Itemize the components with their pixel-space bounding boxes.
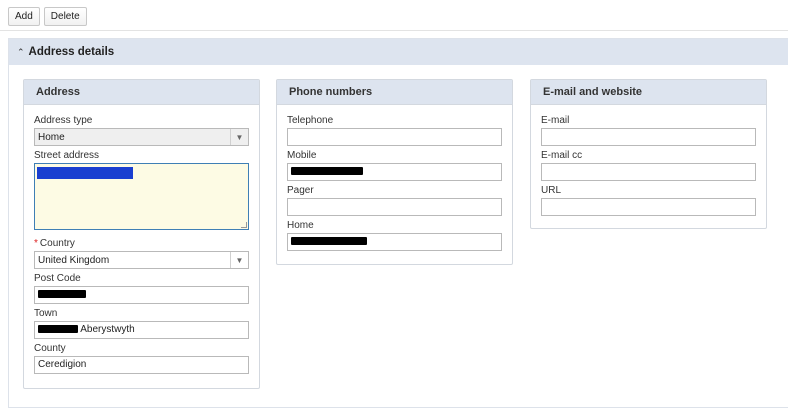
address-type-select[interactable]: Home ▼ <box>34 128 249 146</box>
country-value: United Kingdom <box>38 254 110 266</box>
address-type-field: Address type Home ▼ <box>34 115 249 146</box>
toolbar-divider <box>0 30 788 31</box>
email-input[interactable] <box>541 128 756 146</box>
address-type-label: Address type <box>34 115 93 126</box>
town-label: Town <box>34 308 58 319</box>
pager-input[interactable] <box>287 198 502 216</box>
url-field: URL <box>541 185 756 216</box>
pager-label: Pager <box>287 185 314 196</box>
panel-title: Phone numbers <box>277 80 512 105</box>
url-input[interactable] <box>541 198 756 216</box>
address-panel: Address Address type Home ▼ Street addre… <box>23 79 260 389</box>
town-value: Aberystwyth <box>80 324 135 335</box>
email-cc-input[interactable] <box>541 163 756 181</box>
resize-grip-icon[interactable] <box>241 222 247 228</box>
redaction-mark <box>291 167 363 176</box>
post-code-input[interactable] <box>34 286 249 304</box>
delete-button[interactable]: Delete <box>43 7 87 26</box>
toolbar: Add Delete <box>8 7 87 26</box>
county-input[interactable]: Ceredigion <box>34 356 249 374</box>
telephone-label: Telephone <box>287 115 334 126</box>
pager-field: Pager <box>287 185 502 216</box>
street-address-field: Street address <box>34 150 249 230</box>
country-label-wrap: * Country <box>34 238 249 250</box>
double-chevron-up-icon[interactable]: ⌃ <box>17 47 25 58</box>
mobile-field: Mobile <box>287 150 502 181</box>
home-phone-input[interactable] <box>287 233 502 251</box>
required-asterisk: * <box>34 238 38 249</box>
country-field: * Country United Kingdom ▼ <box>34 238 249 269</box>
county-label: County <box>34 343 66 354</box>
redacted-selected-text <box>37 167 133 179</box>
telephone-input[interactable] <box>287 128 502 146</box>
panel-title: Address <box>24 80 259 105</box>
dropdown-arrow-icon[interactable]: ▼ <box>230 252 248 268</box>
redaction-mark <box>291 237 367 246</box>
email-cc-field: E-mail cc <box>541 150 756 181</box>
country-select[interactable]: United Kingdom ▼ <box>34 251 249 269</box>
email-field: E-mail <box>541 115 756 146</box>
dropdown-arrow-icon[interactable]: ▼ <box>230 129 248 145</box>
home-phone-field: Home <box>287 220 502 251</box>
redaction-mark <box>38 290 86 299</box>
home-phone-label: Home <box>287 220 314 231</box>
street-address-textarea[interactable] <box>34 163 249 230</box>
phone-numbers-panel: Phone numbers Telephone Mobile Pager Hom… <box>276 79 513 265</box>
telephone-field: Telephone <box>287 115 502 146</box>
country-label: Country <box>39 238 75 249</box>
town-input[interactable]: Aberystwyth <box>34 321 249 339</box>
section-title: Address details <box>28 46 115 58</box>
post-code-label: Post Code <box>34 273 81 284</box>
post-code-field: Post Code <box>34 273 249 304</box>
county-field: County Ceredigion <box>34 343 249 374</box>
section-header[interactable]: ⌃ Address details <box>9 39 788 65</box>
address-details-section: ⌃ Address details Address Address type H… <box>8 38 788 408</box>
email-label: E-mail <box>541 115 570 126</box>
town-field: Town Aberystwyth <box>34 308 249 339</box>
mobile-label: Mobile <box>287 150 317 161</box>
mobile-input[interactable] <box>287 163 502 181</box>
add-button[interactable]: Add <box>8 7 40 26</box>
panel-title: E-mail and website <box>531 80 766 105</box>
url-label: URL <box>541 185 562 196</box>
street-address-label: Street address <box>34 150 100 161</box>
redaction-mark <box>38 325 78 334</box>
address-type-value: Home <box>38 131 65 143</box>
email-website-panel: E-mail and website E-mail E-mail cc URL <box>530 79 767 229</box>
email-cc-label: E-mail cc <box>541 150 583 161</box>
